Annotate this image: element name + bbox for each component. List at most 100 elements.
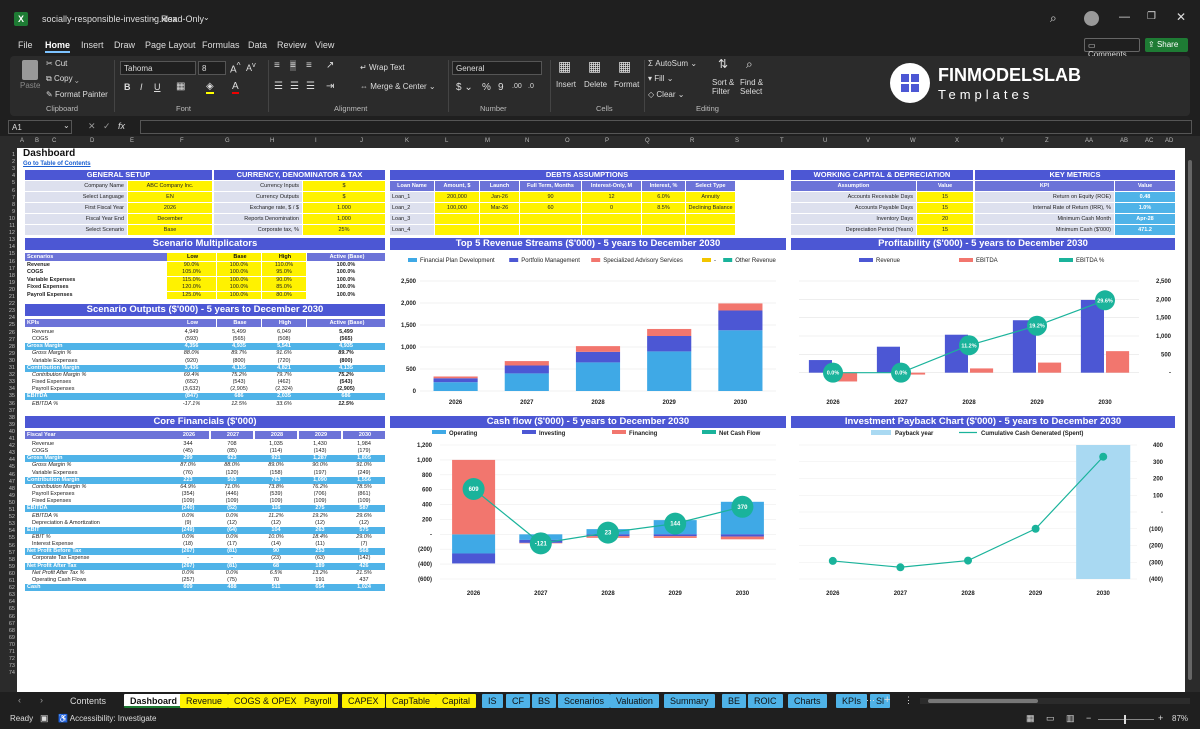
column-header[interactable]: AC — [1145, 138, 1153, 144]
row-header[interactable]: 44 — [2, 457, 15, 463]
row-header[interactable]: 73 — [2, 663, 15, 669]
decrease-decimal-icon[interactable]: .0 — [528, 83, 534, 90]
align-left-icon[interactable]: ☰ — [274, 81, 283, 92]
setup-value[interactable]: Base — [128, 225, 212, 235]
paste-button[interactable]: Paste — [20, 81, 40, 90]
row-header[interactable]: 43 — [2, 450, 15, 456]
underline-icon[interactable]: U — [154, 82, 161, 92]
row-header[interactable]: 28 — [2, 344, 15, 350]
row-header[interactable]: 30 — [2, 358, 15, 364]
wc-value[interactable]: 15 — [917, 225, 973, 235]
comments-button[interactable]: ▭ Comments — [1084, 38, 1140, 59]
menu-data[interactable]: Data — [248, 40, 267, 50]
row-header[interactable]: 45 — [2, 464, 15, 470]
debts-cell[interactable]: Mar-26 — [480, 203, 519, 213]
currency-value[interactable]: $ — [303, 192, 385, 202]
tab-bs[interactable]: BS — [532, 694, 557, 708]
row-header[interactable]: 2 — [2, 159, 15, 165]
format-cells-button[interactable]: Format — [614, 80, 639, 89]
name-box-dropdown-icon[interactable]: ⌄ — [63, 121, 70, 130]
row-header[interactable]: 18 — [2, 273, 15, 279]
row-header[interactable]: 64 — [2, 599, 15, 605]
scenario-mult-cell[interactable]: 105.0% — [167, 269, 216, 277]
row-header[interactable]: 66 — [2, 614, 15, 620]
debts-cell[interactable] — [582, 214, 641, 224]
scenario-mult-cell[interactable]: 100.0% — [217, 284, 261, 292]
tab-charts[interactable]: Charts — [788, 694, 827, 708]
tab-kpis[interactable]: KPIs — [836, 694, 868, 708]
row-header[interactable]: 27 — [2, 337, 15, 343]
cancel-icon[interactable]: ✕ — [88, 121, 96, 132]
row-header[interactable]: 69 — [2, 635, 15, 641]
align-right-icon[interactable]: ☰ — [306, 81, 315, 92]
tab-cf[interactable]: CF — [506, 694, 530, 708]
tab-is[interactable]: IS — [482, 694, 503, 708]
find-select-button[interactable]: Find & Select — [740, 78, 770, 96]
currency-icon[interactable]: $ ⌄ — [456, 82, 473, 93]
column-header[interactable]: U — [823, 138, 827, 144]
column-header[interactable]: T — [780, 138, 784, 144]
row-header[interactable]: 8 — [2, 202, 15, 208]
debts-cell[interactable] — [480, 214, 519, 224]
row-header[interactable]: 1 — [2, 152, 15, 158]
row-header[interactable]: 34 — [2, 386, 15, 392]
tab-contents[interactable]: Contents — [64, 694, 112, 708]
debts-cell[interactable] — [480, 225, 519, 235]
vertical-scrollbar[interactable] — [1186, 148, 1194, 692]
column-header[interactable]: Q — [645, 138, 650, 144]
dropdown-arrow-icon[interactable]: ⌄ — [203, 13, 210, 22]
tab-scroll-left-icon[interactable]: ‹ — [18, 695, 21, 705]
column-header[interactable]: K — [405, 138, 409, 144]
tab-capital[interactable]: Capital — [436, 694, 477, 708]
row-header[interactable]: 65 — [2, 606, 15, 612]
column-header[interactable]: J — [360, 138, 363, 144]
payback-chart[interactable]: Payback year Cumulative Cash Generated (S… — [791, 429, 1175, 599]
debts-cell[interactable] — [520, 214, 581, 224]
debts-cell[interactable]: Jan-26 — [480, 192, 519, 202]
debts-cell[interactable] — [435, 214, 479, 224]
grow-font-icon[interactable]: A^ — [230, 60, 241, 75]
row-header[interactable]: 25 — [2, 322, 15, 328]
row-header[interactable]: 42 — [2, 443, 15, 449]
cashflow-chart[interactable]: Operating Investing Financing Net Cash Flow… — [390, 429, 786, 599]
column-header[interactable]: L — [445, 138, 448, 144]
column-header[interactable]: Y — [1000, 138, 1004, 144]
scenario-mult-cell[interactable]: 100.0% — [217, 276, 261, 284]
font-name-select[interactable]: Tahoma — [120, 61, 196, 75]
paste-icon[interactable] — [22, 60, 38, 80]
row-header[interactable]: 62 — [2, 585, 15, 591]
row-header[interactable]: 3 — [2, 166, 15, 172]
zoom-out-icon[interactable]: − — [1086, 713, 1091, 723]
column-header[interactable]: AA — [1085, 138, 1093, 144]
tab-summary[interactable]: Summary — [664, 694, 715, 708]
tab-captable[interactable]: CapTable — [386, 694, 437, 708]
tab-be[interactable]: BE — [722, 694, 747, 708]
column-header[interactable]: W — [910, 138, 916, 144]
row-header[interactable]: 7 — [2, 195, 15, 201]
format-painter-button[interactable]: ✎ Format Painter — [46, 90, 108, 99]
align-top-icon[interactable]: ≡ — [274, 60, 280, 71]
comma-icon[interactable]: 9 — [498, 82, 504, 93]
borders-icon[interactable]: ▦ — [176, 81, 185, 92]
menu-file[interactable]: File — [18, 40, 33, 50]
row-header[interactable]: 48 — [2, 486, 15, 492]
toc-link[interactable]: Go to Table of Contents — [23, 161, 91, 167]
row-header[interactable]: 51 — [2, 507, 15, 513]
column-header[interactable]: P — [605, 138, 609, 144]
row-header[interactable]: 68 — [2, 628, 15, 634]
setup-value[interactable]: December — [128, 214, 212, 224]
debts-cell[interactable] — [435, 225, 479, 235]
row-header[interactable]: 56 — [2, 543, 15, 549]
row-header[interactable]: 63 — [2, 592, 15, 598]
more-tabs-icon[interactable]: ⋯ — [866, 695, 875, 706]
close-icon[interactable]: ✕ — [1176, 10, 1186, 24]
tab-capex[interactable]: CAPEX — [342, 694, 385, 708]
column-header[interactable]: A — [20, 138, 24, 144]
number-format-select[interactable]: General — [452, 61, 542, 75]
row-header[interactable]: 35 — [2, 393, 15, 399]
menu-home[interactable]: Home — [45, 40, 71, 53]
row-header[interactable]: 33 — [2, 379, 15, 385]
row-header[interactable]: 61 — [2, 578, 15, 584]
debts-cell[interactable] — [686, 225, 735, 235]
column-header[interactable]: AB — [1120, 138, 1128, 144]
